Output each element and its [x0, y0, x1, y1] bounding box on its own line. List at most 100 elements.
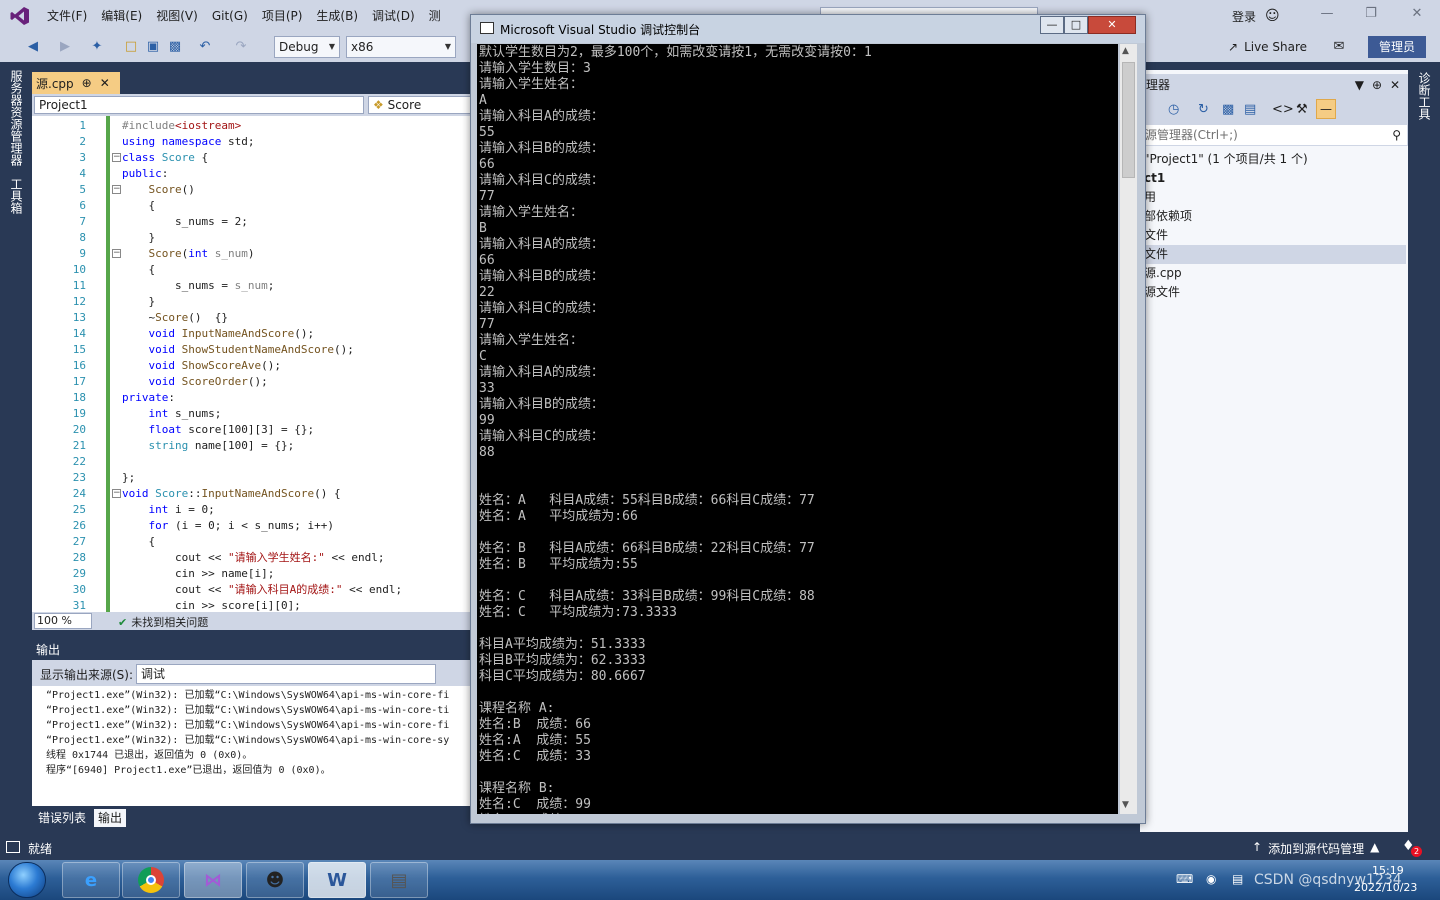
- code-line[interactable]: void ScoreOrder();: [122, 374, 268, 390]
- code-line[interactable]: void Score::InputNameAndScore() {: [122, 486, 341, 502]
- code-line[interactable]: void ShowStudentNameAndScore();: [122, 342, 354, 358]
- properties-icon[interactable]: ⚒: [1296, 102, 1308, 117]
- solution-tree-item[interactable]: 源.cpp: [1144, 264, 1182, 283]
- visual-studio-taskbar-icon[interactable]: ⋈: [184, 862, 242, 898]
- console-minimize-icon[interactable]: —: [1040, 16, 1064, 34]
- user-icon[interactable]: ☺: [1265, 8, 1280, 24]
- login-link[interactable]: 登录: [1232, 8, 1256, 25]
- new-project-icon[interactable]: ✦: [88, 38, 106, 56]
- scroll-down-icon[interactable]: ▼: [1122, 800, 1129, 810]
- network-icon[interactable]: ▤: [1232, 872, 1243, 886]
- visual-studio-logo-icon[interactable]: [0, 0, 40, 32]
- configuration-select[interactable]: Debug ▼: [274, 36, 340, 58]
- internet-explorer-icon[interactable]: e: [62, 862, 120, 898]
- menu-item[interactable]: Git(G): [205, 0, 255, 32]
- code-line[interactable]: using namespace std;: [122, 134, 254, 150]
- menu-item[interactable]: 项目(P): [255, 0, 310, 32]
- code-line[interactable]: }: [122, 294, 155, 310]
- start-button[interactable]: [8, 862, 46, 898]
- fold-toggle-icon[interactable]: −: [112, 185, 121, 194]
- code-editor[interactable]: #include<iostream> using namespace std; cl…: [32, 116, 472, 612]
- code-line[interactable]: }: [122, 230, 155, 246]
- redo-icon[interactable]: ↷: [232, 38, 250, 56]
- save-icon[interactable]: ▣: [144, 38, 162, 56]
- feedback-icon[interactable]: ✉: [1330, 38, 1348, 56]
- code-line[interactable]: cin >> name[i];: [122, 566, 274, 582]
- toolbox-tab[interactable]: 工具箱: [8, 178, 25, 214]
- solution-tree-item[interactable]: ct1: [1144, 169, 1165, 188]
- pin-icon[interactable]: ⊕: [82, 76, 92, 90]
- fold-toggle-icon[interactable]: −: [112, 249, 121, 258]
- document-tab-source[interactable]: 源.cpp ⊕ ✕: [32, 72, 120, 94]
- code-line[interactable]: string name[100] = {};: [122, 438, 295, 454]
- solution-tree-item[interactable]: "Project1" (1 个项目/共 1 个): [1144, 150, 1308, 169]
- project-nav-select[interactable]: Project1: [34, 96, 364, 114]
- preview-icon[interactable]: —: [1316, 99, 1336, 119]
- diagnostic-tools-tab[interactable]: 诊断工具: [1416, 72, 1433, 120]
- code-line[interactable]: {: [122, 198, 155, 214]
- keyboard-icon[interactable]: ⌨: [1176, 872, 1193, 886]
- open-folder-icon[interactable]: □: [122, 38, 140, 56]
- code-line[interactable]: cout << "请输入学生姓名:" << endl;: [122, 550, 384, 566]
- fold-toggle-icon[interactable]: −: [112, 153, 121, 162]
- zoom-select[interactable]: 100 %: [34, 613, 92, 629]
- code-line[interactable]: class Score {: [122, 150, 208, 166]
- save-all-icon[interactable]: ▩: [166, 38, 184, 56]
- console-maximize-icon[interactable]: □: [1064, 16, 1088, 34]
- menu-item[interactable]: 文件(F): [40, 0, 94, 32]
- code-line[interactable]: s_nums = 2;: [122, 214, 248, 230]
- code-line[interactable]: void ShowScoreAve();: [122, 358, 281, 374]
- tab-output[interactable]: 输出: [94, 809, 127, 827]
- sync-icon[interactable]: ↻: [1198, 102, 1209, 117]
- add-to-source-control-button[interactable]: ↑ 添加到源代码管理 ▲: [1252, 840, 1379, 857]
- code-line[interactable]: {: [122, 262, 155, 278]
- code-line[interactable]: private:: [122, 390, 175, 406]
- code-line[interactable]: Score(int s_num): [122, 246, 255, 262]
- code-line[interactable]: cin >> score[i][0];: [122, 598, 301, 612]
- clock-date[interactable]: 2022/10/23: [1354, 881, 1417, 894]
- dropdown-icon[interactable]: ▼: [1355, 74, 1364, 96]
- forward-icon[interactable]: ▶: [56, 38, 74, 56]
- pin-icon[interactable]: ⊕: [1372, 74, 1382, 96]
- history-icon[interactable]: ◷: [1168, 102, 1179, 117]
- restore-icon[interactable]: ❐: [1356, 6, 1386, 26]
- solution-tree-item[interactable]: 源文件: [1144, 283, 1180, 302]
- code-line[interactable]: ~Score() {}: [122, 310, 228, 326]
- close-tab-icon[interactable]: ✕: [100, 76, 110, 90]
- console-scroll-thumb[interactable]: [1122, 62, 1135, 178]
- scope-nav-select[interactable]: ❖ Score: [368, 96, 472, 114]
- console-app-icon[interactable]: ▤: [370, 862, 428, 898]
- menu-item[interactable]: 调试(D): [365, 0, 422, 32]
- output-text-area[interactable]: “Project1.exe”(Win32): 已加载“C:\Windows\Sy…: [32, 686, 472, 806]
- chrome-icon[interactable]: [122, 862, 180, 898]
- menu-item[interactable]: 视图(V): [149, 0, 205, 32]
- minimize-icon[interactable]: —: [1312, 6, 1342, 26]
- console-close-icon[interactable]: ✕: [1088, 16, 1136, 34]
- solution-tree-item[interactable]: 部依赖项: [1144, 207, 1192, 226]
- close-icon[interactable]: ✕: [1402, 6, 1432, 26]
- word-icon[interactable]: W: [308, 862, 366, 898]
- code-line[interactable]: s_nums = s_num;: [122, 278, 274, 294]
- code-line[interactable]: {: [122, 534, 155, 550]
- issues-indicator[interactable]: ✔ 未找到相关问题: [118, 614, 208, 630]
- menu-item[interactable]: 测: [422, 0, 448, 32]
- avatar-app-icon[interactable]: ☻: [246, 862, 304, 898]
- code-line[interactable]: #include<iostream>: [122, 118, 241, 134]
- solution-search-input[interactable]: 源管理器(Ctrl+;) ⚲: [1140, 124, 1408, 146]
- server-explorer-tab[interactable]: 服务器资源管理器: [8, 70, 25, 166]
- close-icon[interactable]: ✕: [1390, 74, 1400, 96]
- console-output[interactable]: 默认学生数目为2，最多100个，如需改变请按1，无需改变请按0：1 请输入学生数目…: [477, 44, 1118, 814]
- code-line[interactable]: cout << "请输入科目A的成绩:" << endl;: [122, 582, 402, 598]
- tab-error-list[interactable]: 错误列表: [34, 809, 90, 827]
- code-line[interactable]: float score[100][3] = {};: [122, 422, 315, 438]
- qq-icon[interactable]: ◉: [1206, 872, 1216, 886]
- scroll-up-icon[interactable]: ▲: [1122, 46, 1129, 56]
- menu-item[interactable]: 生成(B): [309, 0, 365, 32]
- menu-item[interactable]: 编辑(E): [94, 0, 149, 32]
- code-line[interactable]: public:: [122, 166, 168, 182]
- code-line[interactable]: void InputNameAndScore();: [122, 326, 315, 342]
- undo-icon[interactable]: ↶: [196, 38, 214, 56]
- collapse-icon[interactable]: ▩: [1222, 102, 1234, 117]
- live-share-button[interactable]: ↗ Live Share: [1228, 40, 1307, 54]
- code-view-icon[interactable]: <>: [1272, 102, 1294, 117]
